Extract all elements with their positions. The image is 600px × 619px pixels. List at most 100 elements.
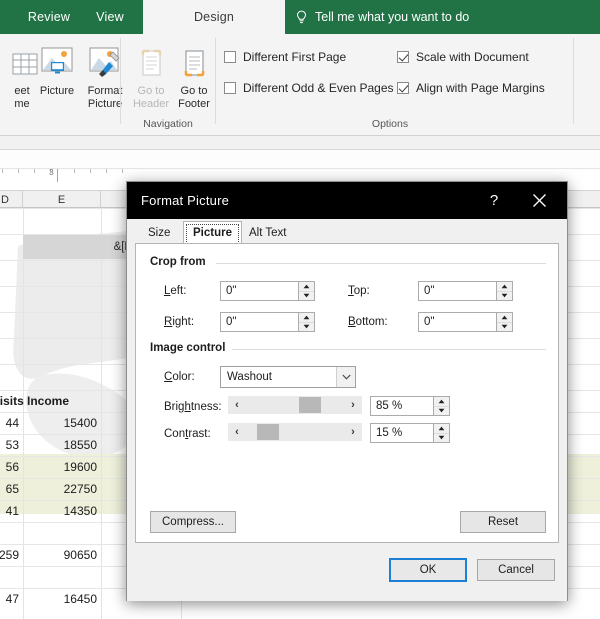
input-crop-left-field[interactable] (220, 281, 298, 301)
input-crop-top[interactable] (418, 281, 513, 301)
cell-header-visits[interactable]: Visits (0, 390, 24, 412)
format-picture-icon (85, 40, 125, 82)
ribbon-tab-design-label: Design (193, 10, 235, 24)
help-icon[interactable]: ? (477, 182, 511, 219)
chevron-left-icon[interactable]: ‹ (228, 396, 246, 414)
tell-me-search[interactable]: Tell me what you want to do (285, 0, 545, 34)
cell-income-0[interactable]: 15400 (23, 412, 101, 434)
ribbon-tab-bar: Review View Design Tell me what you want… (0, 0, 600, 34)
cell-visits-6[interactable]: 47 (0, 588, 23, 610)
cell-visits-1[interactable]: 53 (0, 434, 23, 456)
chevron-down-icon[interactable] (336, 367, 355, 387)
dialog-tab-strip: Size Picture Alt Text (127, 219, 567, 244)
compress-button[interactable]: Compress... (150, 511, 236, 533)
input-brightness-field[interactable] (370, 396, 433, 416)
cancel-button[interactable]: Cancel (477, 559, 555, 581)
cell-income-1[interactable]: 18550 (23, 434, 101, 456)
input-contrast-field[interactable] (370, 423, 433, 443)
slider-contrast-track[interactable] (246, 423, 344, 441)
checkbox-scale-with-document-label: Scale with Document (416, 50, 529, 64)
label-crop-right: Right: (164, 316, 195, 328)
input-brightness[interactable] (370, 396, 450, 416)
input-crop-right-field[interactable] (220, 312, 298, 332)
input-crop-bottom[interactable] (418, 312, 513, 332)
dropdown-color[interactable]: Washout (220, 366, 356, 388)
checkbox-different-first-page[interactable]: Different First Page (224, 50, 346, 64)
checkbox-align-with-page-margins-box (397, 82, 409, 94)
input-crop-top-spinner[interactable] (496, 281, 513, 301)
input-crop-bottom-spinner[interactable] (496, 312, 513, 332)
ribbon-group-divider-1 (120, 38, 121, 124)
column-header-d[interactable]: D (0, 191, 23, 209)
ribbon-button-picture[interactable]: Picture (31, 40, 83, 126)
chevron-right-icon[interactable]: › (344, 423, 362, 441)
ribbon-button-go-to-footer[interactable]: Go to Footer (168, 40, 220, 126)
chevron-left-icon[interactable]: ‹ (228, 423, 246, 441)
go-to-footer-icon (179, 40, 209, 82)
dialog-title-bar[interactable]: Format Picture ? (127, 182, 567, 219)
ok-button[interactable]: OK (389, 558, 467, 582)
close-icon[interactable] (517, 182, 561, 219)
reset-button[interactable]: Reset (460, 511, 546, 533)
ribbon-tab-view-label: View (96, 10, 124, 24)
tell-me-label: Tell me what you want to do (315, 10, 470, 24)
cell-visits-3-text: 65 (5, 482, 19, 496)
input-crop-top-field[interactable] (418, 281, 496, 301)
cell-income-3-text: 22750 (63, 482, 97, 496)
ribbon-button-format-picture[interactable]: Format Picture (79, 40, 131, 126)
group-crop-from-rule (216, 263, 546, 264)
cell-income-2[interactable]: 19600 (23, 456, 101, 478)
cell-header-income[interactable]: Income (25, 390, 101, 412)
slider-contrast[interactable]: ‹ › (228, 423, 362, 441)
checkbox-align-with-page-margins[interactable]: Align with Page Margins (397, 81, 545, 95)
cell-header-income-text: Income (27, 394, 70, 408)
slider-brightness[interactable]: ‹ › (228, 396, 362, 414)
dialog-tab-size[interactable]: Size (139, 221, 179, 244)
column-header-e[interactable]: E (23, 191, 101, 209)
group-crop-from-title: Crop from (150, 256, 212, 268)
checkbox-different-odd-even-pages[interactable]: Different Odd & Even Pages (224, 81, 394, 95)
checkbox-different-odd-even-pages-box (224, 82, 236, 94)
input-crop-right-spinner[interactable] (298, 312, 315, 332)
input-crop-left[interactable] (220, 281, 315, 301)
input-crop-bottom-field[interactable] (418, 312, 496, 332)
cell-visits-2[interactable]: 56 (0, 456, 23, 478)
ribbon-tab-overflow[interactable] (0, 0, 8, 34)
cell-visits-2-text: 56 (5, 460, 19, 474)
input-contrast-spinner[interactable] (433, 423, 450, 443)
ribbon-group-label-navigation: Navigation (143, 118, 193, 130)
cell-visits-total[interactable]: 259 (0, 544, 23, 566)
cell-visits-0[interactable]: 44 (0, 412, 23, 434)
ribbon-tab-design[interactable]: Design (143, 0, 285, 34)
dialog-tab-picture[interactable]: Picture (183, 221, 242, 244)
ribbon-tab-review[interactable]: Review (18, 0, 80, 34)
input-crop-left-spinner[interactable] (298, 281, 315, 301)
input-crop-right[interactable] (220, 312, 315, 332)
slider-brightness-thumb[interactable] (299, 397, 322, 413)
cell-income-2-text: 19600 (63, 460, 97, 474)
cell-income-total-text: 90650 (63, 548, 97, 562)
ribbon-group-label-options: Options (371, 118, 409, 130)
dialog-tab-alt-text[interactable]: Alt Text (240, 221, 296, 244)
checkbox-scale-with-document[interactable]: Scale with Document (397, 50, 529, 64)
dialog-panel-picture: Crop from Left: Top: Right: (135, 243, 559, 543)
label-crop-top: Top: (348, 285, 370, 297)
ribbon-button-format-picture-line1: Format (87, 85, 123, 97)
input-brightness-spinner[interactable] (433, 396, 450, 416)
cell-visits-4[interactable]: 41 (0, 500, 23, 522)
dialog-tab-alt-text-label: Alt Text (249, 226, 287, 239)
input-contrast[interactable] (370, 423, 450, 443)
cell-income-4[interactable]: 14350 (23, 500, 101, 522)
chevron-right-icon[interactable]: › (344, 396, 362, 414)
cell-visits-3[interactable]: 65 (0, 478, 23, 500)
slider-contrast-thumb[interactable] (257, 424, 280, 440)
worksheet-top-gutter (0, 150, 600, 170)
dropdown-color-value: Washout (227, 371, 272, 383)
slider-brightness-track[interactable] (246, 396, 344, 414)
ribbon-tab-view[interactable]: View (84, 0, 136, 34)
go-to-header-icon (136, 40, 166, 82)
cell-income-6[interactable]: 16450 (23, 588, 101, 610)
cell-income-3[interactable]: 22750 (23, 478, 101, 500)
group-image-control-title: Image control (150, 342, 232, 354)
cell-income-total[interactable]: 90650 (23, 544, 101, 566)
